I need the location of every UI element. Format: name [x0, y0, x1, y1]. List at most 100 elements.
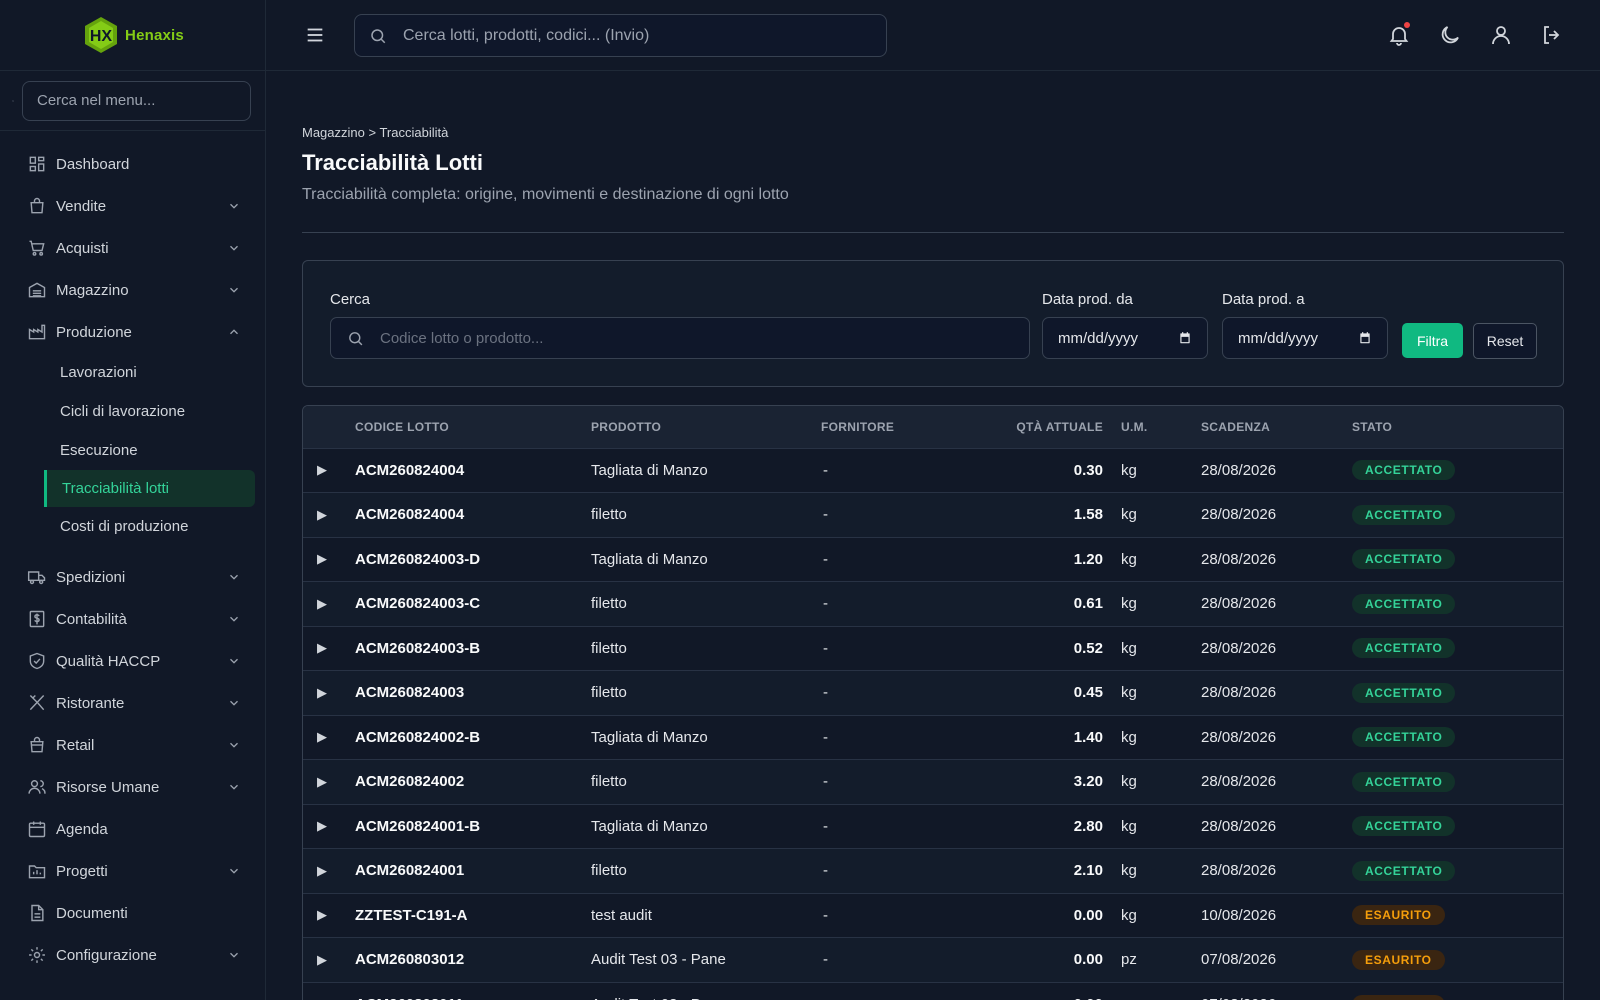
- submenu-item-cicli-di-lavorazione[interactable]: Cicli di lavorazione: [0, 392, 265, 431]
- column-header[interactable]: CODICE LOTTO: [355, 406, 591, 448]
- sidebar-item-qualit-haccp[interactable]: Qualità HACCP: [0, 640, 265, 682]
- table-row[interactable]: ▶ ACM260824004 Tagliata di Manzo -0.30 kg 28/…: [303, 447, 1563, 493]
- chevron-down-icon[interactable]: [227, 780, 241, 794]
- chevron-down-icon[interactable]: [227, 948, 241, 962]
- lot-code[interactable]: ACM260824003-D: [355, 536, 591, 582]
- supplier: -: [821, 803, 971, 849]
- chevron-down-icon[interactable]: [227, 199, 241, 213]
- lot-code[interactable]: ACM260824004: [355, 447, 591, 493]
- chevron-down-icon[interactable]: [227, 283, 241, 297]
- filter-button[interactable]: Filtra: [1402, 323, 1463, 358]
- expand-row-arrow[interactable]: ▶: [303, 536, 355, 582]
- status-badge: ACCETTATO: [1352, 504, 1456, 525]
- lot-code[interactable]: ACM260824002: [355, 759, 591, 804]
- expand-row-arrow[interactable]: ▶: [303, 670, 355, 715]
- chevron-down-icon[interactable]: [227, 654, 241, 668]
- submenu-item-tracciabilit-lotti[interactable]: Tracciabilità lotti: [44, 470, 255, 507]
- status-badge: ACCETTATO: [1352, 771, 1456, 792]
- global-search-input[interactable]: [403, 26, 886, 45]
- calendar-icon[interactable]: [1178, 331, 1192, 345]
- notifications-button[interactable]: [1387, 22, 1411, 47]
- table-row[interactable]: ▶ ACM260824002 filetto -3.20 kg 28/08/2026 ACC…: [303, 759, 1563, 804]
- sidebar-item-documenti[interactable]: Documenti: [0, 892, 265, 934]
- lot-code[interactable]: ACM260824004: [355, 492, 591, 537]
- table-row[interactable]: ▶ ACM260824004 filetto -1.58 kg 28/08/2026 ACC…: [303, 492, 1563, 537]
- sidebar-item-magazzino[interactable]: Magazzino: [0, 269, 265, 311]
- table-row[interactable]: ▶ ZZTEST-C191-A test audit -0.00 kg 10/08/202…: [303, 892, 1563, 938]
- sidebar-item-contabilit[interactable]: Contabilità: [0, 598, 265, 640]
- sidebar-item-progetti[interactable]: Progetti: [0, 850, 265, 892]
- menu-toggle-icon[interactable]: [304, 24, 326, 46]
- chevron-down-icon[interactable]: [227, 241, 241, 255]
- lot-code[interactable]: ACM260824003: [355, 670, 591, 715]
- lot-code[interactable]: ACM260824003-B: [355, 625, 591, 671]
- date-from-field[interactable]: mm/dd/yyyy: [1042, 317, 1208, 359]
- logout-icon[interactable]: [1540, 23, 1564, 47]
- utensils-icon: [29, 694, 45, 711]
- user-icon[interactable]: [1489, 23, 1513, 47]
- column-header[interactable]: QTÀ ATTUALE: [971, 406, 1121, 448]
- expand-row-arrow[interactable]: ▶: [303, 848, 355, 893]
- sidebar-item-dashboard[interactable]: Dashboard: [0, 143, 265, 185]
- sidebar-item-acquisti[interactable]: Acquisti: [0, 227, 265, 269]
- column-header[interactable]: FORNITORE: [821, 406, 971, 448]
- date-to-field[interactable]: mm/dd/yyyy: [1222, 317, 1388, 359]
- lot-code[interactable]: ACM260824001-B: [355, 803, 591, 849]
- lot-code[interactable]: ACM260824002-B: [355, 714, 591, 760]
- table-row[interactable]: ▶ ACM260824003-C filetto -0.61 kg 28/08/2026 A…: [303, 581, 1563, 626]
- expand-row-arrow[interactable]: ▶: [303, 714, 355, 760]
- sidebar-item-agenda[interactable]: Agenda: [0, 808, 265, 850]
- sidebar-item-produzione[interactable]: Produzione: [0, 311, 265, 353]
- sidebar-item-spedizioni[interactable]: Spedizioni: [0, 556, 265, 598]
- table-row[interactable]: ▶ ACM260824001 filetto -2.10 kg 28/08/2026 ACC…: [303, 848, 1563, 893]
- column-header[interactable]: PRODOTTO: [591, 406, 821, 448]
- lot-code[interactable]: ACM260803011: [355, 981, 591, 1000]
- lot-code[interactable]: ACM260824001: [355, 848, 591, 893]
- lot-code[interactable]: ACM260824003-C: [355, 581, 591, 626]
- expand-row-arrow[interactable]: ▶: [303, 625, 355, 671]
- chevron-up-icon[interactable]: [227, 325, 241, 339]
- column-header[interactable]: STATO: [1352, 406, 1563, 448]
- expand-row-arrow[interactable]: ▶: [303, 892, 355, 938]
- logo[interactable]: HX Henaxis: [0, 0, 265, 71]
- table-row[interactable]: ▶ ACM260824003-B filetto -0.52 kg 28/08/2026 A…: [303, 625, 1563, 671]
- sidebar-item-risorse-umane[interactable]: Risorse Umane: [0, 766, 265, 808]
- submenu-item-esecuzione[interactable]: Esecuzione: [0, 431, 265, 470]
- menu-search-input[interactable]: [22, 80, 251, 121]
- reset-button[interactable]: Reset: [1473, 323, 1537, 359]
- page-subtitle: Tracciabilità completa: origine, movimen…: [302, 186, 789, 203]
- lot-code[interactable]: ZZTEST-C191-A: [355, 892, 591, 938]
- expand-row-arrow[interactable]: ▶: [303, 447, 355, 493]
- submenu-item-costi-di-produzione[interactable]: Costi di produzione: [0, 507, 265, 546]
- expand-row-arrow[interactable]: ▶: [303, 803, 355, 849]
- chevron-down-icon[interactable]: [227, 864, 241, 878]
- expand-row-arrow[interactable]: ▶: [303, 937, 355, 982]
- sidebar-item-vendite[interactable]: Vendite: [0, 185, 265, 227]
- expand-row-arrow[interactable]: ▶: [303, 981, 355, 1000]
- table-row[interactable]: ▶ ACM260824003 filetto -0.45 kg 28/08/2026 ACC…: [303, 670, 1563, 715]
- column-header[interactable]: SCADENZA: [1201, 406, 1352, 448]
- lot-search-input[interactable]: [380, 329, 1029, 347]
- table-row[interactable]: ▶ ACM260803012 Audit Test 03 - Pane -0.00 pz…: [303, 937, 1563, 982]
- sidebar-item-ristorante[interactable]: Ristorante: [0, 682, 265, 724]
- column-header[interactable]: U.M.: [1121, 406, 1201, 448]
- chevron-down-icon[interactable]: [227, 738, 241, 752]
- submenu-item-lavorazioni[interactable]: Lavorazioni: [0, 353, 265, 392]
- chevron-down-icon[interactable]: [227, 612, 241, 626]
- chevron-down-icon[interactable]: [227, 570, 241, 584]
- sidebar-item-configurazione[interactable]: Configurazione: [0, 934, 265, 976]
- breadcrumb[interactable]: Magazzino > Tracciabilità: [302, 125, 1564, 140]
- moon-icon[interactable]: [1438, 23, 1462, 47]
- table-row[interactable]: ▶ ACM260824002-B Tagliata di Manzo -1.40 kg 2…: [303, 714, 1563, 760]
- table-row[interactable]: ▶ ACM260824001-B Tagliata di Manzo -2.80 kg 2…: [303, 803, 1563, 849]
- table-row[interactable]: ▶ ACM260824003-D Tagliata di Manzo -1.20 kg 2…: [303, 536, 1563, 582]
- status-cell: ESAURITO: [1352, 981, 1563, 1000]
- expand-row-arrow[interactable]: ▶: [303, 492, 355, 537]
- expand-row-arrow[interactable]: ▶: [303, 759, 355, 804]
- lot-code[interactable]: ACM260803012: [355, 937, 591, 982]
- sidebar-item-retail[interactable]: Retail: [0, 724, 265, 766]
- expand-row-arrow[interactable]: ▶: [303, 581, 355, 626]
- table-row[interactable]: ▶ACM260803011Audit Test 03 - Pane-0.00pz…: [303, 981, 1563, 1000]
- chevron-down-icon[interactable]: [227, 696, 241, 710]
- calendar-icon[interactable]: [1358, 331, 1372, 345]
